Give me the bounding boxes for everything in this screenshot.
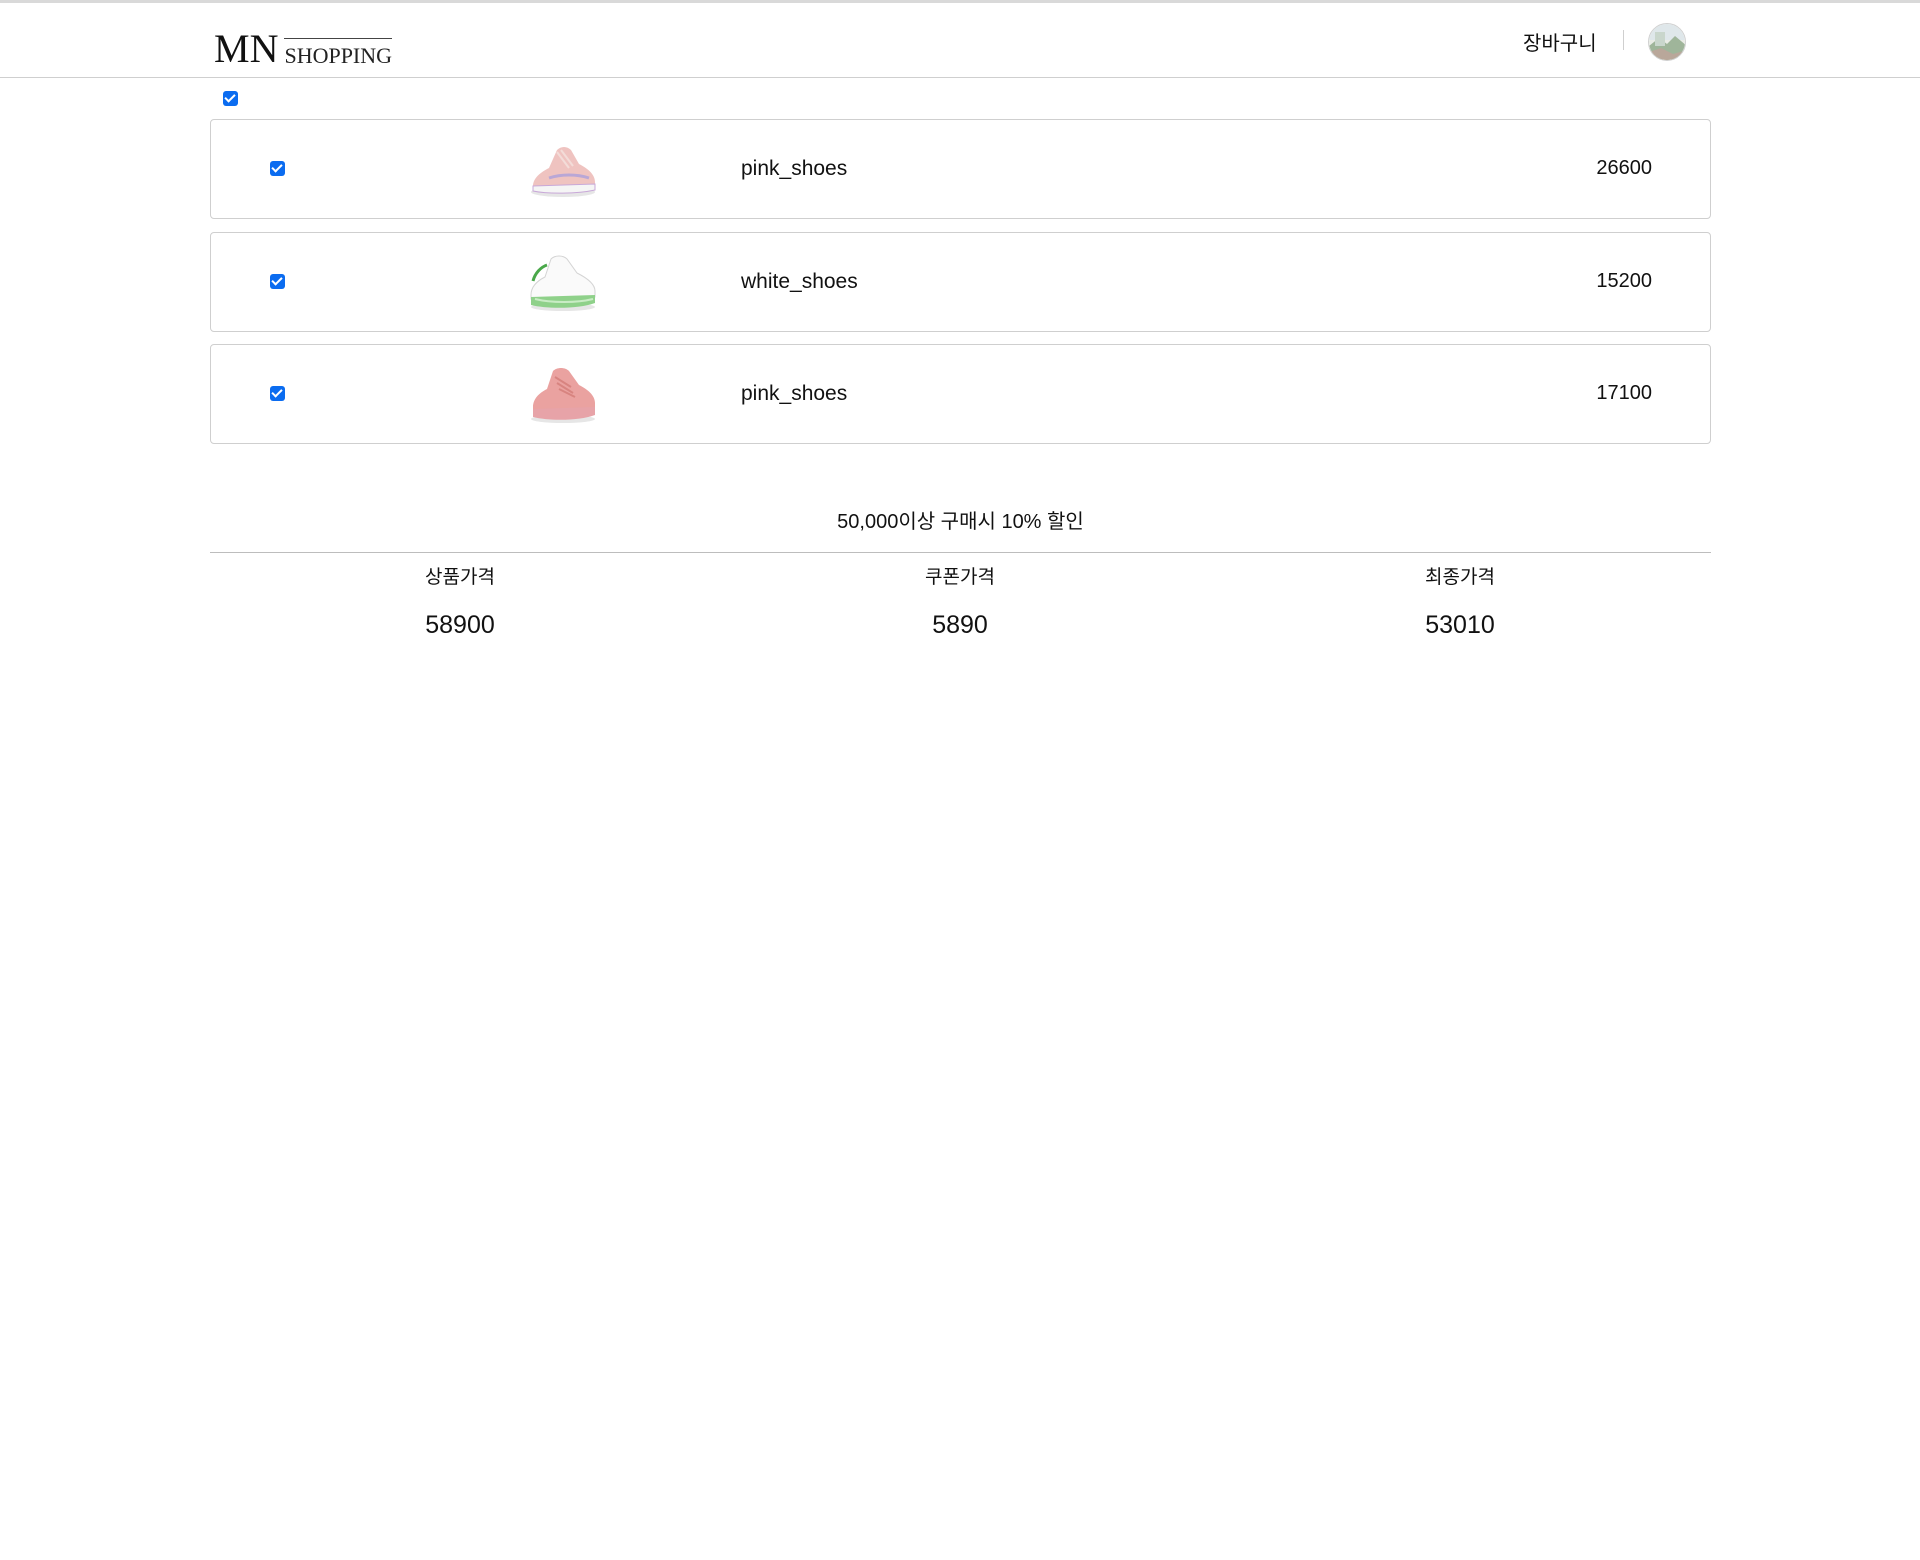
summary-divider: [210, 552, 1711, 553]
coupon-price-value: 5890: [932, 611, 988, 639]
coupon-price-column: 쿠폰가격 5890: [710, 562, 1210, 640]
price-summary: 상품가격 58900 쿠폰가격 5890 최종가격 53010: [210, 562, 1711, 640]
item-name: white_shoes: [741, 270, 858, 293]
item-checkbox[interactable]: [270, 274, 285, 289]
item-checkbox[interactable]: [270, 386, 285, 401]
white-green-sneaker-icon: [530, 255, 596, 311]
product-price-value: 58900: [425, 611, 495, 639]
cart-link[interactable]: 장바구니: [1523, 27, 1597, 56]
final-price-column: 최종가격 53010: [1210, 562, 1710, 640]
item-name: pink_shoes: [741, 157, 848, 180]
avatar[interactable]: [1648, 23, 1686, 61]
pink-sneaker-icon: [531, 147, 596, 197]
profile-landscape-icon: [1649, 24, 1685, 60]
site-logo[interactable]: MN SHOPPING: [214, 26, 393, 71]
item-price: 15200: [1596, 270, 1652, 292]
item-checkbox[interactable]: [270, 161, 285, 176]
item-price: 26600: [1596, 157, 1652, 179]
final-price-label: 최종가격: [1425, 567, 1495, 588]
product-price-column: 상품가격 58900: [210, 562, 710, 640]
coupon-price-label: 쿠폰가격: [925, 567, 995, 588]
product-price-label: 상품가격: [425, 567, 495, 588]
select-all-checkbox[interactable]: [223, 91, 238, 106]
final-price-value: 53010: [1425, 611, 1495, 639]
cart-item: white_shoes 15200: [210, 232, 1711, 332]
cart-item: pink_shoes 17100: [210, 344, 1711, 444]
item-name: pink_shoes: [741, 382, 848, 405]
logo-mn-text: MN: [214, 26, 279, 71]
pink-suede-sneaker-icon: [531, 368, 595, 423]
logo-shopping-text: SHOPPING: [284, 38, 393, 67]
item-price: 17100: [1596, 382, 1652, 404]
cart-item: pink_shoes 26600: [210, 119, 1711, 219]
site-header: MN SHOPPING 장바구니: [0, 3, 1920, 78]
discount-notice: 50,000이상 구매시 10% 할인: [837, 511, 1084, 533]
header-divider: [1623, 30, 1624, 50]
